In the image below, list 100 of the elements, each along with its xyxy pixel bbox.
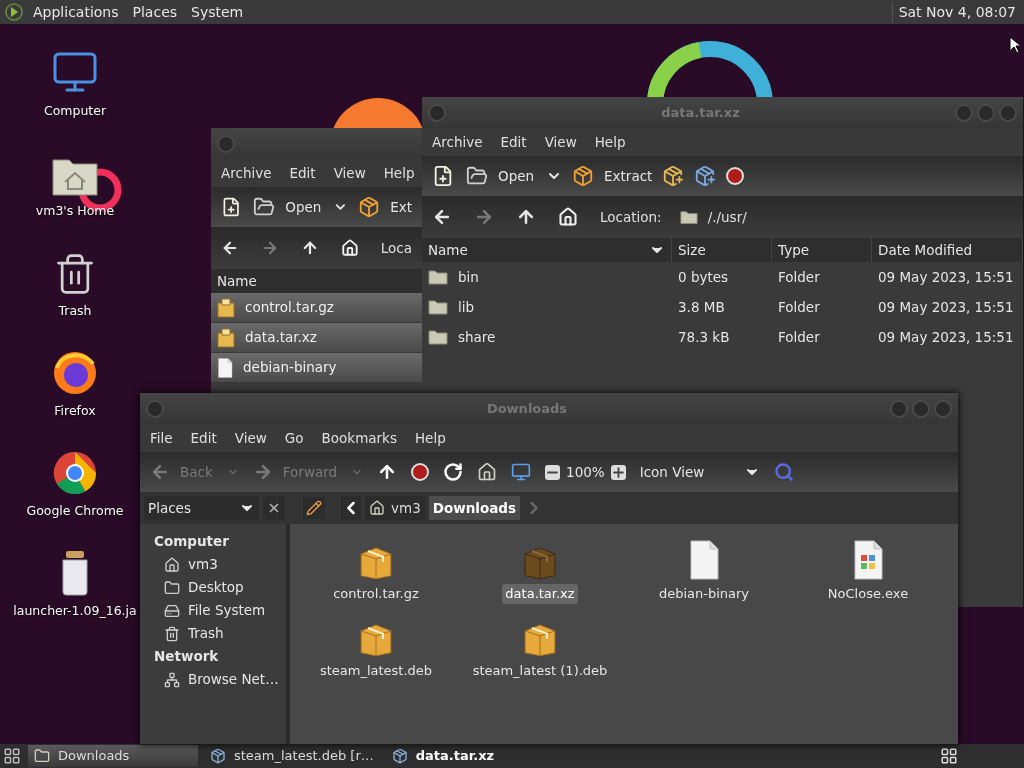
location-field[interactable]: /./usr/ <box>675 203 1013 231</box>
menu-item[interactable]: File <box>144 427 179 449</box>
stop-icon[interactable] <box>411 463 430 481</box>
window-title: data.tar.xz <box>661 103 740 122</box>
table-cell-text: share <box>458 327 496 347</box>
sidebar-item[interactable]: vm3 <box>154 553 286 576</box>
folder-icon <box>466 165 488 187</box>
table-cell-text: bin <box>458 267 479 287</box>
icon-label[interactable]: Computer <box>43 102 107 121</box>
browser-icon[interactable] <box>52 450 98 496</box>
table-cell-text: debian-binary <box>243 358 337 378</box>
browser-icon[interactable] <box>52 350 98 396</box>
column-header[interactable]: Type <box>772 238 872 262</box>
menu-item[interactable]: Archive <box>215 162 278 184</box>
open-button[interactable]: Open <box>464 165 537 187</box>
menu-item[interactable]: Edit <box>184 427 223 449</box>
reload-icon[interactable] <box>443 462 464 482</box>
breadcrumb[interactable]: Downloads <box>428 496 520 520</box>
sidebar-item[interactable]: File System <box>154 599 286 622</box>
sidebar-item[interactable]: Trash <box>154 622 286 645</box>
home-icon[interactable] <box>477 462 498 482</box>
home-icon[interactable] <box>340 238 359 258</box>
archive-file-icon <box>217 297 235 318</box>
computer-icon[interactable] <box>511 462 532 482</box>
new-file-icon[interactable] <box>221 196 242 218</box>
sidebar-item[interactable]: Desktop <box>154 576 286 599</box>
scroll-left-button[interactable] <box>341 496 361 520</box>
icon-tile[interactable]: NoClose.exe <box>786 536 950 613</box>
extract-button[interactable]: Extract <box>572 165 653 187</box>
icon-label[interactable]: Trash <box>58 302 92 321</box>
menu-item[interactable]: Go <box>278 427 310 449</box>
add-files-icon[interactable] <box>662 165 685 187</box>
show-desktop-icon[interactable] <box>2 747 22 765</box>
table-row[interactable]: debian-binary <box>211 353 422 383</box>
location-label: Location: <box>600 207 662 227</box>
icon-label[interactable]: launcher-1.09_16.ja <box>13 602 137 621</box>
menu-item[interactable]: Help <box>377 162 421 184</box>
column-header[interactable]: Name <box>211 269 422 293</box>
home-icon <box>164 556 180 573</box>
extract-button[interactable]: Ext <box>358 196 412 218</box>
stop-icon[interactable] <box>726 167 745 185</box>
breadcrumb[interactable]: vm3 <box>365 496 425 520</box>
column-header[interactable]: Size <box>672 238 772 262</box>
package-icon <box>572 165 595 187</box>
workspace-switcher-icon[interactable] <box>940 746 958 766</box>
table-cell-text: Folder <box>777 267 821 287</box>
menu-item[interactable]: Edit <box>283 162 322 184</box>
icon-tile[interactable]: steam_latest.deb <box>294 613 458 690</box>
add-folder-icon[interactable] <box>694 165 717 187</box>
up-icon[interactable] <box>516 207 536 227</box>
menu-item[interactable]: Bookmarks <box>315 427 403 449</box>
icon-tile[interactable]: data.tar.xz <box>458 536 622 613</box>
home-folder-icon[interactable] <box>52 156 98 196</box>
logo-icon[interactable] <box>4 2 24 22</box>
mouse-pointer-icon <box>1009 36 1020 53</box>
window-title: Downloads <box>486 399 568 418</box>
home-icon <box>369 500 385 516</box>
menu-item[interactable]: View <box>327 162 372 184</box>
menu-item[interactable]: View <box>228 427 273 449</box>
search-icon[interactable] <box>774 462 795 482</box>
zoom-in-button[interactable] <box>610 464 626 480</box>
icon-tile[interactable]: debian-binary <box>622 536 786 613</box>
back-icon[interactable] <box>432 207 452 227</box>
sidebar-item[interactable]: Browse Net… <box>154 668 286 691</box>
menu-item[interactable]: Archive <box>426 131 489 153</box>
program-file-icon <box>852 540 884 580</box>
column-header[interactable]: Date Modified <box>872 238 1023 262</box>
menu-item[interactable]: Edit <box>494 131 533 153</box>
icon-label[interactable]: Firefox <box>54 402 96 421</box>
taskbar-button[interactable]: Downloads <box>28 745 198 767</box>
panel-menu[interactable]: System <box>186 1 249 23</box>
table-cell-text: lib <box>458 297 475 317</box>
taskbar-button[interactable]: data.tar.xz <box>385 745 501 767</box>
taskbar-button[interactable]: steam_latest.deb [r… <box>204 745 380 767</box>
menu-item[interactable]: View <box>538 131 583 153</box>
clock[interactable]: Sat Nov 4, 08:07 <box>891 1 1020 23</box>
home-icon[interactable] <box>558 207 578 227</box>
menu-item[interactable]: Help <box>588 131 632 153</box>
icon-tile[interactable]: control.tar.gz <box>294 536 458 613</box>
package-icon <box>210 748 226 764</box>
package-icon <box>358 196 381 218</box>
panel-menu[interactable]: Places <box>127 1 183 23</box>
open-button[interactable]: Open <box>251 196 324 218</box>
archive-file-icon <box>217 327 235 348</box>
drive-icon <box>164 602 180 619</box>
table-row[interactable]: data.tar.xz <box>211 323 422 353</box>
folder-icon <box>428 299 448 315</box>
panel-menu[interactable]: Applications <box>28 1 124 23</box>
zoom-out-button[interactable] <box>545 464 561 480</box>
view-mode-select[interactable]: Icon View <box>639 461 761 483</box>
close-sidebar-button[interactable] <box>263 496 285 520</box>
table-cell-text: 3.8 MB <box>677 297 726 317</box>
column-header[interactable]: Name <box>422 238 672 262</box>
new-file-icon[interactable] <box>432 165 454 187</box>
edit-location-button[interactable] <box>303 497 325 519</box>
icon-tile[interactable]: steam_latest (1).deb <box>458 613 622 690</box>
menu-item[interactable]: Help <box>408 427 452 449</box>
places-select[interactable]: Places <box>144 496 259 520</box>
table-row[interactable]: control.tar.gz <box>211 293 422 323</box>
icon-label[interactable]: Google Chrome <box>26 502 124 521</box>
